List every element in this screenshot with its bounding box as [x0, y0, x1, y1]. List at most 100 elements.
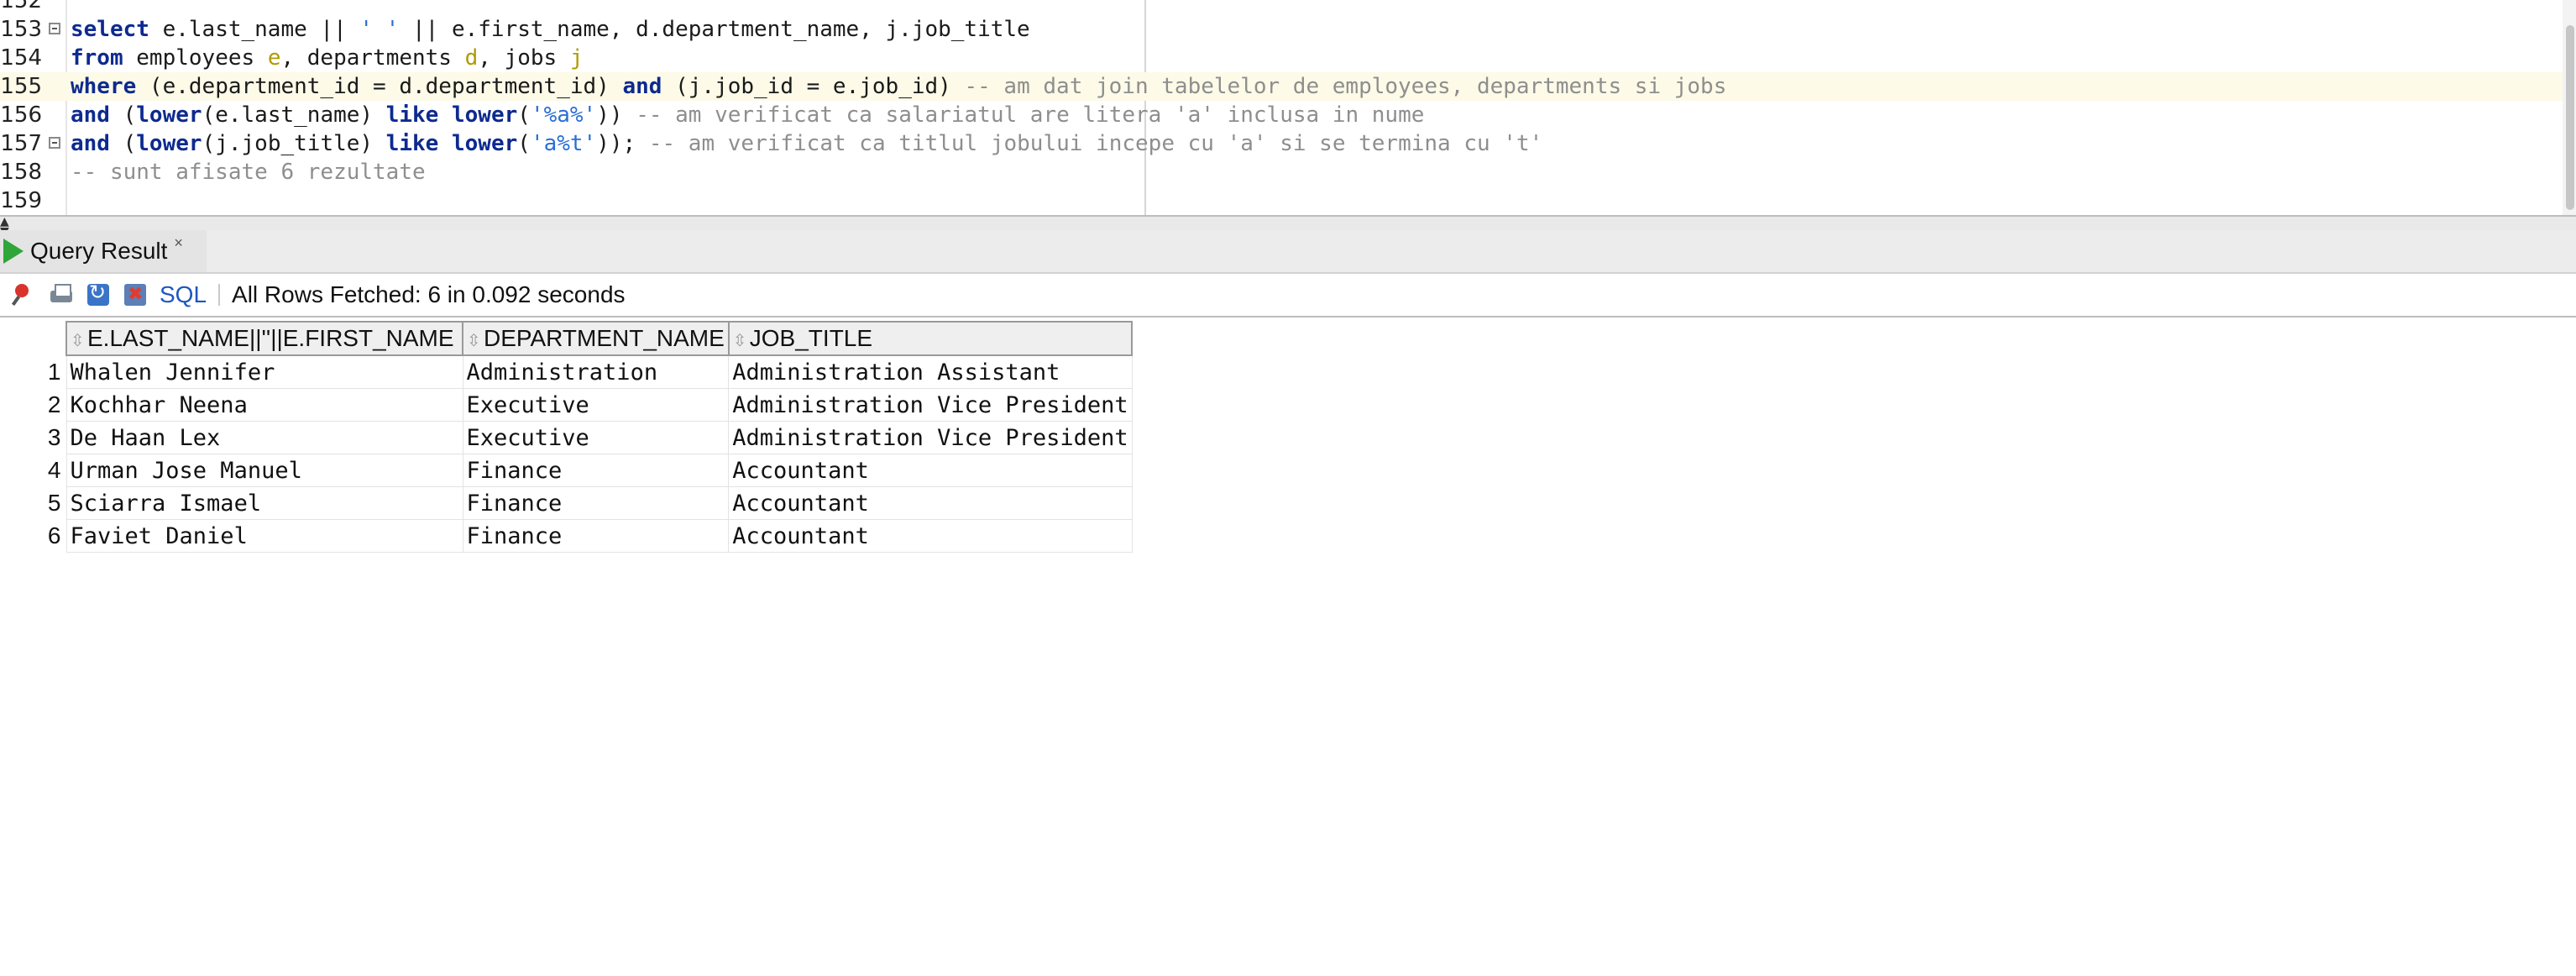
column-header-department[interactable]: ⇳ DEPARTMENT_NAME [462, 321, 730, 356]
code-token-plain: )); [596, 131, 649, 156]
result-tab-bar: Query Result × [0, 230, 2576, 274]
code-text: and (lower(j.job_title) like lower('a%t'… [71, 129, 1542, 158]
code-text: -- sunt afisate 6 rezultate [71, 158, 426, 186]
line-number: 155 [0, 74, 42, 99]
code-token-plain: (e.department_id = d.department_id) [136, 74, 623, 99]
code-token-kw: and [622, 74, 662, 99]
table-row[interactable]: 1 Whalen Jennifer Administration Adminis… [0, 354, 1133, 389]
table-row[interactable]: 6 Faviet Daniel Finance Accountant [0, 519, 1133, 553]
code-token-plain: e.last_name || [149, 17, 360, 42]
row-number: 1 [47, 358, 61, 385]
code-token-fn: lower [452, 131, 518, 156]
sql-editor[interactable]: 152 153 select e.last_name || ' ' || e.fir… [0, 0, 2576, 215]
cell-department[interactable]: Administration [462, 354, 730, 389]
row-number: 4 [47, 457, 61, 483]
cell-name[interactable]: Faviet Daniel [65, 519, 463, 553]
cell-name[interactable]: De Haan Lex [65, 421, 463, 454]
code-line[interactable]: 155 where (e.department_id = d.department… [0, 72, 2569, 101]
cell-job-title[interactable]: Administration Vice President [728, 388, 1133, 422]
cell-department[interactable]: Executive [462, 388, 730, 422]
refresh-icon[interactable] [86, 281, 111, 307]
column-header-name[interactable]: ⇳ E.LAST_NAME||''||E.FIRST_NAME [65, 321, 463, 356]
code-token-kw: where [71, 74, 137, 99]
code-token-kw: from [71, 45, 123, 71]
cell-department[interactable]: Finance [462, 454, 730, 487]
tab-query-result[interactable]: Query Result × [0, 230, 207, 272]
grid-header-row: ⇳ E.LAST_NAME||''||E.FIRST_NAME ⇳ DEPARTME… [0, 321, 1134, 356]
code-line[interactable]: 152 [0, 0, 2569, 15]
result-grid[interactable]: ⇳ E.LAST_NAME||''||E.FIRST_NAME ⇳ DEPARTME… [0, 321, 1134, 553]
cell-job-title[interactable]: Administration Vice President [728, 421, 1133, 454]
tab-close-icon[interactable]: × [174, 234, 183, 252]
toolbar-separator [218, 284, 221, 306]
code-line[interactable]: 156 and (lower(e.last_name) like lower('%… [0, 101, 2569, 129]
table-row[interactable]: 5 Sciarra Ismael Finance Accountant [0, 486, 1133, 520]
table-row[interactable]: 2 Kochhar Neena Executive Administration… [0, 388, 1133, 422]
cell-department[interactable]: Executive [462, 421, 730, 454]
code-token-str: ' ' [359, 17, 400, 42]
code-token-plain: , jobs [478, 45, 570, 71]
code-text: where (e.department_id = d.department_id… [71, 72, 1726, 101]
cell-department[interactable]: Finance [462, 519, 730, 553]
cell-job-title[interactable]: Accountant [728, 519, 1133, 553]
line-number: 158 [0, 160, 42, 185]
code-token-str: 'a%t' [530, 131, 597, 156]
tab-query-result-label: Query Result [30, 238, 168, 264]
cell-name[interactable]: Whalen Jennifer [65, 354, 463, 389]
line-number: 157 [0, 131, 42, 156]
column-header-job-title[interactable]: ⇳ JOB_TITLE [727, 321, 1134, 356]
code-text: and (lower(e.last_name) like lower('%a%'… [71, 101, 1424, 129]
run-triangle-icon [3, 239, 24, 264]
line-number: 154 [0, 45, 42, 71]
row-number: 6 [47, 522, 61, 548]
editor-result-splitter[interactable] [0, 215, 2576, 232]
code-token-cmt: -- sunt afisate 6 rezultate [71, 160, 426, 185]
sql-button[interactable]: SQL [160, 281, 207, 308]
code-line[interactable]: 153 select e.last_name || ' ' || e.first_… [0, 15, 2569, 44]
code-text: from employees e, departments d, jobs j [71, 44, 584, 72]
column-header-label: E.LAST_NAME||''||E.FIRST_NAME [87, 325, 454, 351]
code-token-kw: and [71, 131, 110, 156]
cell-name[interactable]: Kochhar Neena [65, 388, 463, 422]
fold-toggle-icon[interactable] [49, 23, 60, 34]
cell-job-title[interactable]: Accountant [728, 454, 1133, 487]
code-token-cmt: -- am verificat ca titlul jobului incepe… [648, 131, 1543, 156]
code-line[interactable]: 154 from employees e, departments d, jobs… [0, 44, 2569, 72]
line-number: 156 [0, 102, 42, 128]
sort-icon: ⇳ [71, 330, 85, 350]
cell-name[interactable]: Urman Jose Manuel [65, 454, 463, 487]
code-token-kw: like [385, 102, 439, 128]
code-token-fn: lower [452, 102, 518, 128]
fold-toggle-icon[interactable] [49, 137, 60, 149]
editor-vertical-scrollbar[interactable] [2563, 0, 2576, 215]
code-line[interactable]: 157 and (lower(j.job_title) like lower('a… [0, 129, 2569, 158]
table-row[interactable]: 4 Urman Jose Manuel Finance Accountant [0, 454, 1133, 487]
code-token-fn: lower [136, 102, 202, 128]
cell-name[interactable]: Sciarra Ismael [65, 486, 463, 520]
code-token-plain: ( [109, 131, 137, 156]
result-toolbar: SQL All Rows Fetched: 6 in 0.092 seconds [0, 274, 2576, 316]
print-icon[interactable] [49, 282, 74, 307]
cell-job-title[interactable]: Administration Assistant [728, 354, 1133, 389]
code-line[interactable]: 159 [0, 186, 2569, 215]
cancel-query-icon[interactable] [123, 282, 148, 307]
code-token-kw: select [71, 17, 149, 42]
code-token-cmt: -- am verificat ca salariatul are litera… [636, 102, 1425, 128]
cell-department[interactable]: Finance [462, 486, 730, 520]
line-number: 153 [0, 17, 42, 42]
row-number: 3 [47, 424, 61, 450]
code-token-plain: (j.job_id = e.job_id) [662, 74, 965, 99]
cell-job-title[interactable]: Accountant [728, 486, 1133, 520]
editor-scroll-thumb[interactable] [2566, 25, 2574, 210]
row-number: 5 [47, 490, 61, 516]
column-header-label: DEPARTMENT_NAME [484, 325, 725, 351]
code-line[interactable]: 158 -- sunt afisate 6 rezultate [0, 158, 2569, 186]
pin-icon[interactable] [12, 282, 37, 307]
code-token-plain: ( [517, 102, 531, 128]
code-token-fn: lower [136, 131, 202, 156]
code-token-alias: e [267, 45, 281, 71]
table-row[interactable]: 3 De Haan Lex Executive Administration V… [0, 421, 1133, 454]
code-text: select e.last_name || ' ' || e.first_nam… [71, 15, 1030, 44]
